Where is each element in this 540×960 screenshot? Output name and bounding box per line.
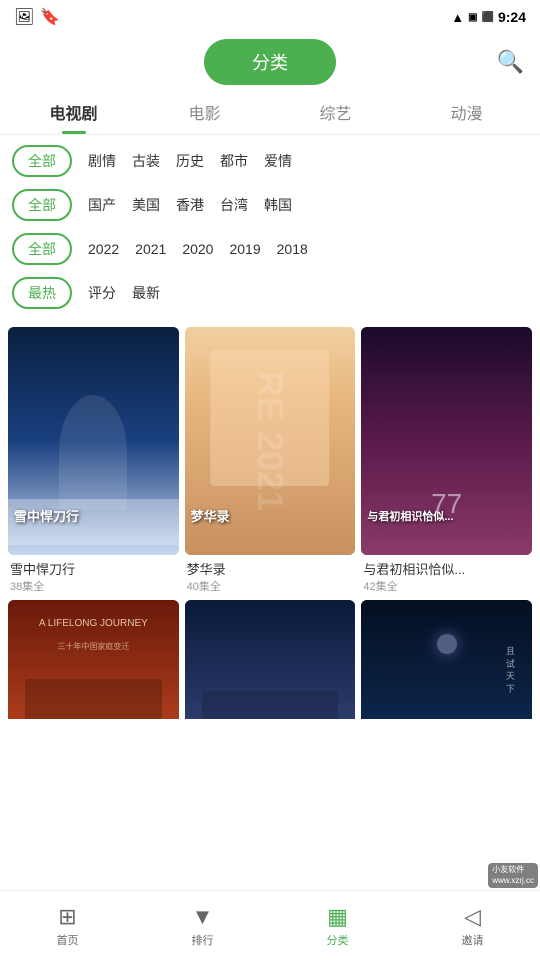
card-2[interactable]: RE 2021 梦华录 梦华录 40集全 xyxy=(185,327,356,594)
card-thumb-6: 且试天下 且试天下 xyxy=(361,600,532,719)
card-thumb-5: 警察荣誉 xyxy=(185,600,356,719)
card-1-figure-text: 雪中悍刀行 xyxy=(14,509,173,525)
content-grid: 雪中悍刀行 雪中悍刀行 38集全 RE 2021 梦华录 梦华录 40集全 77… xyxy=(0,319,540,719)
filter-section: 全部 剧情 古装 历史 都市 爱情 全部 国产 美国 香港 台湾 韩国 全部 2… xyxy=(0,135,540,319)
card-5[interactable]: 警察荣誉 警察荣誉 36集全 xyxy=(185,600,356,719)
card-2-sub: 40集全 xyxy=(185,578,356,594)
nav-category[interactable]: ▦ 分类 xyxy=(270,891,405,960)
card-3-sub: 42集全 xyxy=(361,578,532,594)
wifi-icon: ▲ xyxy=(451,10,464,25)
year-all-chip[interactable]: 全部 xyxy=(12,233,72,265)
card-thumb-3: 77 与君初相识恰似... xyxy=(361,327,532,555)
genre-romance[interactable]: 爱情 xyxy=(264,151,292,171)
category-button[interactable]: 分类 xyxy=(204,39,336,85)
card-1[interactable]: 雪中悍刀行 雪中悍刀行 38集全 xyxy=(8,327,179,594)
tab-tvshow[interactable]: 电视剧 xyxy=(8,90,139,134)
region-china[interactable]: 国产 xyxy=(88,195,116,215)
card-3-title: 与君初相识恰似... xyxy=(361,559,532,578)
year-2020[interactable]: 2020 xyxy=(182,241,213,257)
nav-invite[interactable]: ◁ 邀请 xyxy=(405,891,540,960)
status-bar: 🖼 🔖 ▲ ▣ ⬛ 9:24 xyxy=(0,0,540,34)
year-2021[interactable]: 2021 xyxy=(135,241,166,257)
time: 9:24 xyxy=(498,9,526,25)
card-thumb-1: 雪中悍刀行 xyxy=(8,327,179,555)
status-icons-left: 🖼 🔖 xyxy=(14,7,60,27)
status-icons-right: ▲ ▣ ⬛ 9:24 xyxy=(451,9,526,25)
region-usa[interactable]: 美国 xyxy=(132,195,160,215)
year-filter-row: 全部 2022 2021 2020 2019 2018 xyxy=(0,227,540,271)
bookmark-icon: 🔖 xyxy=(40,7,60,27)
genre-history[interactable]: 历史 xyxy=(176,151,204,171)
card-6[interactable]: 且试天下 且试天下 且试天下 48集全 xyxy=(361,600,532,719)
category-icon: ▦ xyxy=(327,904,348,930)
year-2019[interactable]: 2019 xyxy=(229,241,260,257)
header: 分类 🔍 xyxy=(0,34,540,90)
ranking-icon: ▼ xyxy=(192,904,214,930)
genre-drama[interactable]: 剧情 xyxy=(88,151,116,171)
sort-newest[interactable]: 最新 xyxy=(132,283,160,303)
year-2022[interactable]: 2022 xyxy=(88,241,119,257)
year-2018[interactable]: 2018 xyxy=(277,241,308,257)
bottom-nav: ⊞ 首页 ▼ 排行 ▦ 分类 ◁ 邀请 xyxy=(0,890,540,960)
region-all-chip[interactable]: 全部 xyxy=(12,189,72,221)
watermark-badge: 小友软件www.xzrj.cc xyxy=(488,863,538,888)
nav-tabs: 电视剧 电影 综艺 动漫 xyxy=(0,90,540,135)
invite-icon: ◁ xyxy=(464,904,481,930)
card-1-title: 雪中悍刀行 xyxy=(8,559,179,578)
tab-movie[interactable]: 电影 xyxy=(139,90,270,134)
card-3-figure-text: 与君初相识恰似... xyxy=(367,511,526,524)
card-2-figure-text: 梦华录 xyxy=(191,509,350,525)
sort-rating[interactable]: 评分 xyxy=(88,283,116,303)
battery-icon: ⬛ xyxy=(482,12,494,23)
card-thumb-2: RE 2021 梦华录 xyxy=(185,327,356,555)
card-1-sub: 38集全 xyxy=(8,578,179,594)
genre-city[interactable]: 都市 xyxy=(220,151,248,171)
signal-icon: ▣ xyxy=(468,12,477,23)
nav-home[interactable]: ⊞ 首页 xyxy=(0,891,135,960)
search-button[interactable]: 🔍 xyxy=(497,49,524,75)
region-filter-row: 全部 国产 美国 香港 台湾 韩国 xyxy=(0,183,540,227)
sort-hot-chip[interactable]: 最热 xyxy=(12,277,72,309)
card-2-title: 梦华录 xyxy=(185,559,356,578)
genre-costume[interactable]: 古装 xyxy=(132,151,160,171)
nav-ranking[interactable]: ▼ 排行 xyxy=(135,891,270,960)
region-korea[interactable]: 韩国 xyxy=(264,195,292,215)
card-thumb-4: A LIFELONG JOURNEY 三十年中国家庭变迁 人世间 今日开播 xyxy=(8,600,179,719)
tab-anime[interactable]: 动漫 xyxy=(401,90,532,134)
card-4[interactable]: A LIFELONG JOURNEY 三十年中国家庭变迁 人世间 今日开播 人世… xyxy=(8,600,179,719)
genre-filter-row: 全部 剧情 古装 历史 都市 爱情 xyxy=(0,139,540,183)
region-taiwan[interactable]: 台湾 xyxy=(220,195,248,215)
card-3[interactable]: 77 与君初相识恰似... 与君初相识恰似... 42集全 xyxy=(361,327,532,594)
tab-variety[interactable]: 综艺 xyxy=(270,90,401,134)
region-hongkong[interactable]: 香港 xyxy=(176,195,204,215)
genre-all-chip[interactable]: 全部 xyxy=(12,145,72,177)
sort-filter-row: 最热 评分 最新 xyxy=(0,271,540,315)
image-icon: 🖼 xyxy=(14,7,34,27)
home-icon: ⊞ xyxy=(58,904,76,930)
search-icon: 🔍 xyxy=(497,49,524,74)
